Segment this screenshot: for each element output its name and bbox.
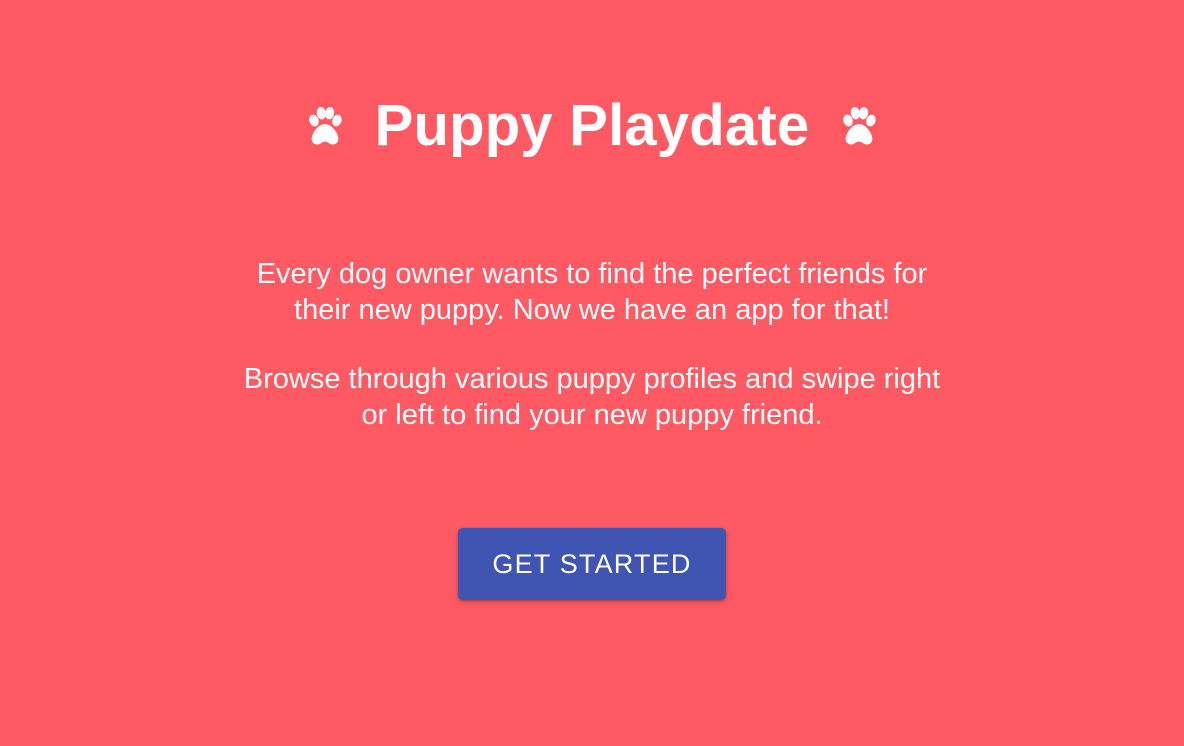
intro-line-2: their new puppy. Now we have an app for …	[294, 294, 890, 326]
paw-icon	[303, 104, 347, 148]
app-header: Puppy Playdate	[0, 88, 1184, 164]
browse-line-1: Browse through various puppy profiles an…	[243, 363, 941, 395]
browse-line-2: or left to find your new puppy friend.	[361, 399, 823, 431]
landing-page: Puppy Playdate Every dog owner wants to …	[0, 0, 1184, 746]
intro-paragraph: Every dog owner wants to find the perfec…	[0, 256, 1184, 328]
intro-line-1: Every dog owner wants to find the perfec…	[256, 258, 928, 290]
paw-icon	[837, 104, 881, 148]
get-started-button[interactable]: GET STARTED	[458, 528, 726, 600]
page-title: Puppy Playdate	[374, 93, 810, 158]
browse-paragraph: Browse through various puppy profiles an…	[0, 361, 1184, 433]
